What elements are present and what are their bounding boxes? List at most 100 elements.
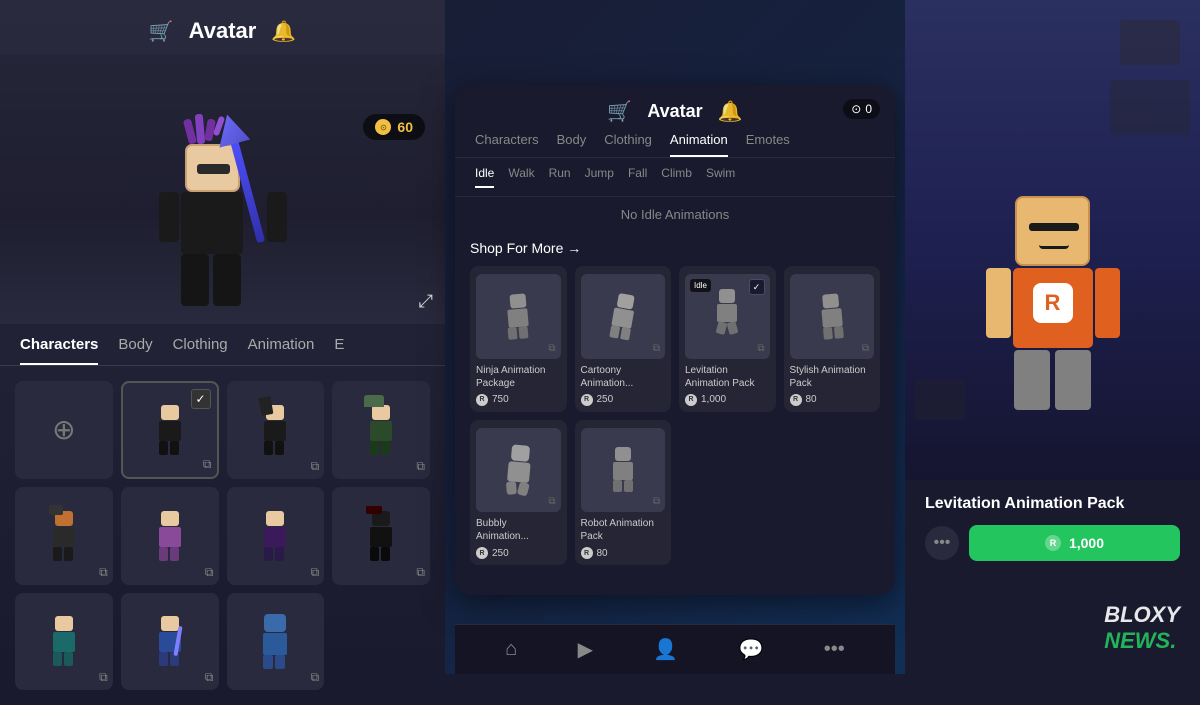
buy-robux-icon: R [1045, 535, 1061, 551]
shop-item-ninja[interactable]: ⧉ Ninja Animation Package R 750 [470, 266, 567, 412]
coin-icon: ⊙ [375, 119, 391, 135]
right-bell-icon[interactable]: 🔔 [718, 99, 743, 124]
bubbly-price-value: 250 [492, 548, 509, 559]
robot-item-price: R 80 [581, 547, 666, 559]
list-item[interactable]: ⧉ [227, 487, 325, 585]
anim-tab-climb[interactable]: Climb [661, 166, 692, 188]
left-avatar-title: Avatar [189, 18, 257, 44]
ninja-thumbnail: ⧉ [476, 274, 561, 359]
list-item[interactable]: ⧉ [332, 381, 430, 479]
anim-tab-fall[interactable]: Fall [628, 166, 647, 188]
idle-badge: Idle [690, 279, 711, 292]
nav-avatar-icon[interactable]: 👤 [653, 637, 678, 662]
anim-tab-swim[interactable]: Swim [706, 166, 735, 188]
tab-characters-left[interactable]: Characters [20, 336, 98, 365]
shop-for-more-button[interactable]: Shop For More → [470, 240, 880, 256]
list-item[interactable]: ⧉ [227, 593, 325, 691]
copy-icon: ⧉ [203, 457, 212, 472]
shop-item-levitation[interactable]: Idle ✓ ⧉ Levitation A [679, 266, 776, 412]
shop-item-stylish[interactable]: ⧉ Stylish Animation Pack R 80 [784, 266, 881, 412]
item-copy-icon: ⧉ [862, 343, 869, 354]
more-options-button[interactable]: ••• [925, 526, 959, 560]
tab-body-right[interactable]: Body [557, 132, 587, 157]
list-item[interactable]: ⧉ [121, 487, 219, 585]
tab-characters-right[interactable]: Characters [475, 132, 539, 157]
tab-animation-left[interactable]: Animation [248, 336, 315, 365]
cartoony-item-name: Cartoony Animation... [581, 364, 666, 390]
left-bell-icons: 🔔 [271, 19, 296, 44]
levitation-item-name: Levitation Animation Pack [685, 364, 770, 390]
robot-price-value: 80 [597, 548, 608, 559]
stylish-thumbnail: ⧉ [790, 274, 875, 359]
bloxy-news-watermark: BLOXY NEWS. [1104, 602, 1180, 654]
detail-actions: ••• R 1,000 [925, 525, 1180, 561]
avatar-mouth [1039, 245, 1069, 249]
plus-icon: ⊕ [52, 413, 75, 446]
stylish-item-name: Stylish Animation Pack [790, 364, 875, 390]
tab-clothing-right[interactable]: Clothing [604, 132, 652, 157]
copy-icon: ⧉ [311, 459, 320, 474]
cartoony-item-price: R 250 [581, 394, 666, 406]
copy-icon: ⧉ [99, 670, 108, 685]
nav-play-icon[interactable]: ▶ [578, 637, 593, 662]
animation-sub-tabs: Idle Walk Run Jump Fall Climb Swim [455, 158, 895, 197]
nav-more-icon[interactable]: ••• [824, 638, 845, 661]
left-bell-icon[interactable]: 🔔 [271, 19, 296, 44]
right-header: 🛒 Avatar 🔔 ⊙ 0 [455, 85, 895, 132]
list-item[interactable]: ⧉ [15, 593, 113, 691]
robot-thumbnail: ⧉ [581, 428, 666, 513]
main-character [163, 114, 283, 314]
item-copy-icon: ⧉ [548, 496, 555, 507]
nav-home-icon[interactable]: ⌂ [505, 638, 517, 661]
tab-body-left[interactable]: Body [118, 336, 152, 365]
list-item[interactable]: ✓ ⧉ [121, 381, 219, 479]
robux-badge: ⊙ 0 [843, 99, 880, 119]
tab-clothing-left[interactable]: Clothing [173, 336, 228, 365]
robux-small-icon: R [581, 547, 593, 559]
nav-chat-icon[interactable]: 💬 [739, 637, 764, 662]
bloxy-news-line2: NEWS. [1104, 628, 1176, 653]
ninja-item-name: Ninja Animation Package [476, 364, 561, 390]
item-copy-icon: ⧉ [653, 343, 660, 354]
tab-animation-right[interactable]: Animation [670, 132, 728, 157]
right-panel: 🛒 Avatar 🔔 ⊙ 0 Characters Body Clothing … [455, 85, 895, 595]
robux-small-icon: R [476, 547, 488, 559]
list-item[interactable]: ⧉ [15, 487, 113, 585]
copy-icon: ⧉ [205, 565, 214, 580]
left-nav-tabs: Characters Body Clothing Animation E [0, 324, 445, 366]
avatar-leg-left [1014, 350, 1050, 410]
avatar-eyes [1029, 223, 1079, 231]
characters-grid: ⊕ ✓ ⧉ [0, 366, 445, 705]
cartoony-thumbnail: ⧉ [581, 274, 666, 359]
shop-item-cartoony[interactable]: ⧉ Cartoony Animation... R 250 [575, 266, 672, 412]
detail-avatar-background: R [905, 0, 1200, 480]
tab-emotes-right[interactable]: Emotes [746, 132, 790, 157]
levitation-thumbnail: Idle ✓ ⧉ [685, 274, 770, 359]
right-avatar-title: Avatar [647, 101, 702, 122]
robux-small-icon: R [685, 394, 697, 406]
left-header: 🛒 Avatar 🔔 [0, 0, 445, 54]
left-cart-icon[interactable]: 🛒 [149, 19, 174, 44]
anim-tab-idle[interactable]: Idle [475, 166, 494, 188]
anim-tab-walk[interactable]: Walk [508, 166, 534, 188]
bloxy-news-line1: BLOXY [1104, 602, 1180, 628]
list-item[interactable]: ⧉ [227, 381, 325, 479]
add-character-button[interactable]: ⊕ [15, 381, 113, 479]
robux-icon: ⊙ [851, 102, 861, 116]
robot-item-name: Robot Animation Pack [581, 517, 666, 543]
list-item[interactable]: ⧉ [332, 487, 430, 585]
right-cart-icon[interactable]: 🛒 [607, 99, 632, 124]
anim-tab-jump[interactable]: Jump [585, 166, 614, 188]
list-item[interactable]: ⧉ [121, 593, 219, 691]
tab-emotes-left[interactable]: E [334, 336, 344, 365]
detail-character: R [1013, 196, 1093, 410]
shop-item-robot[interactable]: ⧉ Robot Animation Pack R 80 [575, 420, 672, 566]
expand-button[interactable]: ⤢ [419, 291, 433, 312]
shop-item-bubbly[interactable]: ⧉ Bubbly Animation... R 250 [470, 420, 567, 566]
buy-button[interactable]: R 1,000 [969, 525, 1180, 561]
item-copy-icon: ⧉ [757, 343, 764, 354]
bottom-navigation: ⌂ ▶ 👤 💬 ••• [455, 624, 895, 674]
anim-tab-run[interactable]: Run [549, 166, 571, 188]
levitation-check: ✓ [749, 279, 765, 295]
avatar-legs [1014, 350, 1091, 410]
